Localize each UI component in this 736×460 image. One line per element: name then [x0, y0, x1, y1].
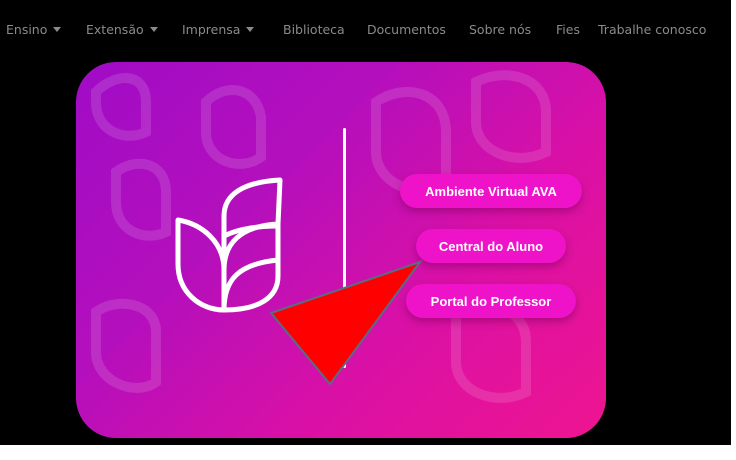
nav-item-extensao[interactable]: Extensão — [86, 22, 158, 37]
page-edge — [731, 0, 736, 460]
nav-item-biblioteca[interactable]: Biblioteca — [283, 22, 345, 37]
leaf-logo-icon — [175, 177, 283, 313]
nav-item-imprensa[interactable]: Imprensa — [182, 22, 255, 37]
portal-hero-card: Ambiente Virtual AVA Central do Aluno Po… — [76, 62, 606, 438]
top-navigation: Ensino Extensão Imprensa Biblioteca Docu… — [0, 0, 736, 62]
caret-down-icon — [53, 27, 62, 32]
nav-item-sobre-nos[interactable]: Sobre nós — [469, 22, 531, 37]
nav-item-label: Imprensa — [182, 22, 241, 37]
ambiente-virtual-ava-button[interactable]: Ambiente Virtual AVA — [400, 174, 582, 208]
nav-item-label: Extensão — [86, 22, 144, 37]
nav-item-documentos[interactable]: Documentos — [367, 22, 446, 37]
vertical-divider — [343, 128, 346, 368]
nav-item-ensino[interactable]: Ensino — [6, 22, 62, 37]
nav-item-label: Ensino — [6, 22, 48, 37]
page-bottom-edge — [0, 445, 736, 460]
central-do-aluno-button[interactable]: Central do Aluno — [416, 229, 566, 263]
caret-down-icon — [246, 27, 255, 32]
caret-down-icon — [149, 27, 158, 32]
portal-do-professor-button[interactable]: Portal do Professor — [406, 284, 576, 318]
nav-item-trabalhe-conosco[interactable]: Trabalhe conosco — [598, 22, 706, 37]
nav-item-fies[interactable]: Fies — [556, 22, 580, 37]
